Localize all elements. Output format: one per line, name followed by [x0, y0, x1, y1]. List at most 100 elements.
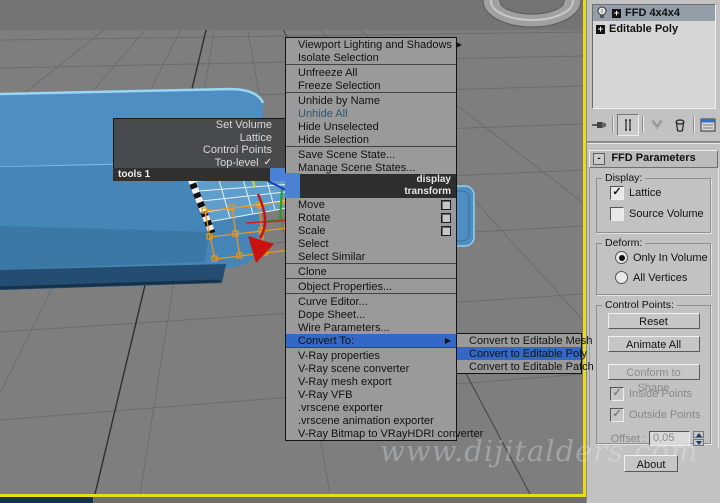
settings-box-icon[interactable]	[441, 212, 451, 223]
menu-item-dope-sheet[interactable]: Dope Sheet...	[286, 308, 456, 321]
menu-separator	[286, 293, 456, 295]
toolbar-separator	[693, 117, 695, 133]
modifier-stack-row-ffd[interactable]: + FFD 4x4x4	[593, 5, 715, 21]
inside-points-checkbox-row: ✓ Inside Points	[610, 387, 710, 401]
menu-item-hide-selection[interactable]: Hide Selection	[286, 133, 456, 146]
menu-item-convert-editable-patch[interactable]: Convert to Editable Patch	[457, 360, 594, 373]
settings-box-icon[interactable]	[441, 225, 451, 236]
quad-center-square	[270, 168, 285, 181]
toolbar-separator	[612, 117, 614, 133]
menu-item-manage-scene-states[interactable]: Manage Scene States...	[286, 161, 456, 174]
outside-points-checkbox: ✓	[610, 408, 624, 422]
menu-item-select-similar[interactable]: Select Similar	[286, 250, 456, 263]
modifier-name: Editable Poly	[609, 23, 679, 35]
outside-points-checkbox-row: ✓ Outside Points	[610, 408, 710, 422]
menu-item-freeze-selection[interactable]: Freeze Selection	[286, 79, 456, 92]
expand-icon[interactable]: +	[596, 24, 605, 34]
panel-divider	[587, 141, 720, 144]
ffd-parameters-rollout-header[interactable]: - FFD Parameters	[589, 150, 718, 168]
all-vertices-radio[interactable]	[615, 271, 628, 284]
display-group: Display: ✓ Lattice Source Volume	[596, 172, 711, 233]
quad-title-display: display	[286, 174, 456, 186]
menu-item-vray-scene-converter[interactable]: V-Ray scene converter	[286, 362, 456, 375]
modifier-name: FFD 4x4x4	[625, 7, 681, 19]
menu-item-convert-editable-poly[interactable]: Convert to Editable Poly	[457, 347, 587, 360]
inside-points-checkbox: ✓	[610, 387, 624, 401]
menu-separator	[286, 146, 456, 148]
menu-item-hide-unselected[interactable]: Hide Unselected	[286, 120, 456, 133]
group-label-deform: Deform:	[602, 237, 646, 249]
animate-all-button[interactable]: Animate All	[607, 336, 700, 352]
offset-spinner[interactable]	[693, 431, 704, 446]
collapse-icon[interactable]: -	[593, 153, 605, 165]
about-button[interactable]: About	[624, 455, 678, 472]
lattice-checkbox-row[interactable]: ✓ Lattice	[610, 186, 710, 200]
menu-item-object-properties[interactable]: Object Properties...	[286, 280, 456, 293]
menu-item-save-scene-state[interactable]: Save Scene State...	[286, 148, 456, 161]
only-in-volume-radio-row[interactable]: Only In Volume	[615, 251, 710, 264]
modifier-stack-row-editable-poly[interactable]: + Editable Poly	[593, 21, 715, 37]
menu-item-rotate[interactable]: Rotate	[286, 211, 456, 224]
menu-item-viewport-lighting[interactable]: Viewport Lighting and Shadows ▶	[286, 38, 462, 51]
ffd-parameters-rollout: Display: ✓ Lattice Source Volume Deform:…	[589, 167, 719, 448]
toolbar-separator	[642, 117, 644, 133]
menu-item-convert-to[interactable]: Convert To: ▶	[286, 334, 456, 347]
spinner-down-icon[interactable]	[693, 439, 704, 446]
menu-item-isolate-selection[interactable]: Isolate Selection	[286, 51, 456, 64]
menu-item-convert-editable-mesh[interactable]: Convert to Editable Mesh	[457, 334, 593, 347]
source-volume-checkbox-row[interactable]: Source Volume	[610, 207, 710, 221]
conform-to-shape-button: Conform to Shape	[607, 364, 700, 394]
menu-item-clone[interactable]: Clone	[286, 265, 456, 278]
convert-to-submenu: Convert to Editable Mesh Convert to Edit…	[456, 333, 594, 374]
menu-item-unfreeze-all[interactable]: Unfreeze All	[286, 66, 456, 79]
group-label-control-points: Control Points:	[602, 299, 677, 311]
menu-separator	[286, 263, 456, 265]
3dsmax-window: www.dijitalders.com Set Volume Lattice C…	[0, 0, 720, 503]
source-volume-checkbox[interactable]	[610, 207, 624, 221]
menu-item-vrscene-exporter[interactable]: .vrscene exporter	[286, 401, 456, 414]
menu-separator	[286, 347, 456, 349]
lightbulb-icon[interactable]	[596, 6, 608, 20]
submenu-arrow-icon: ▶	[455, 39, 463, 49]
menu-item-scale[interactable]: Scale	[286, 224, 456, 237]
menu-item-vrscene-animation-exporter[interactable]: .vrscene animation exporter	[286, 414, 456, 427]
menu-item-unhide-by-name[interactable]: Unhide by Name	[286, 94, 456, 107]
lattice-checkbox[interactable]: ✓	[610, 186, 624, 200]
menu-item-vray-bitmap-converter[interactable]: V-Ray Bitmap to VRayHDRI converter	[286, 427, 483, 440]
quad-tools1: Set Volume Lattice Control Points Top-le…	[113, 118, 287, 170]
expand-icon[interactable]: +	[612, 8, 621, 18]
offset-label: Offset :	[610, 432, 646, 445]
show-end-result-icon	[625, 119, 631, 131]
quad-item-lattice[interactable]: Lattice	[114, 132, 286, 145]
remove-modifier-icon	[675, 118, 685, 132]
show-end-result-button[interactable]	[617, 114, 639, 136]
pin-stack-icon	[592, 122, 606, 128]
menu-item-wire-parameters[interactable]: Wire Parameters...	[286, 321, 456, 334]
menu-separator	[286, 278, 456, 280]
configure-modifier-sets-icon	[700, 118, 716, 132]
offset-field[interactable]: 0,05	[649, 431, 690, 446]
menu-item-curve-editor[interactable]: Curve Editor...	[286, 295, 456, 308]
quad-item-control-points[interactable]: Control Points	[114, 144, 286, 157]
configure-modifier-sets-button[interactable]	[698, 115, 718, 135]
offset-row: Offset : 0,05	[597, 431, 704, 446]
reset-button[interactable]: Reset	[607, 313, 700, 329]
quad-title-transform: transform	[286, 186, 456, 198]
settings-box-icon[interactable]	[441, 199, 451, 210]
menu-item-vray-mesh-export[interactable]: V-Ray mesh export	[286, 375, 456, 388]
quad-menu: Viewport Lighting and Shadows ▶ Isolate …	[285, 37, 483, 441]
menu-item-vray-vfb[interactable]: V-Ray VFB	[286, 388, 456, 401]
only-in-volume-radio[interactable]	[615, 251, 628, 264]
all-vertices-radio-row[interactable]: All Vertices	[615, 271, 710, 284]
remove-modifier-button[interactable]	[670, 115, 690, 135]
quad-title-tools1: tools 1	[113, 168, 275, 181]
spinner-up-icon[interactable]	[693, 431, 704, 438]
menu-item-select[interactable]: Select	[286, 237, 456, 250]
menu-item-unhide-all: Unhide All	[298, 107, 348, 120]
menu-item-vray-properties[interactable]: V-Ray properties	[286, 349, 456, 362]
quad-item-set-volume[interactable]: Set Volume	[114, 119, 286, 132]
pin-stack-button[interactable]	[589, 115, 609, 135]
menu-item-move[interactable]: Move	[286, 198, 456, 211]
deform-group: Deform: Only In Volume All Vertices	[596, 237, 711, 295]
rollout-title: FFD Parameters	[611, 152, 696, 164]
